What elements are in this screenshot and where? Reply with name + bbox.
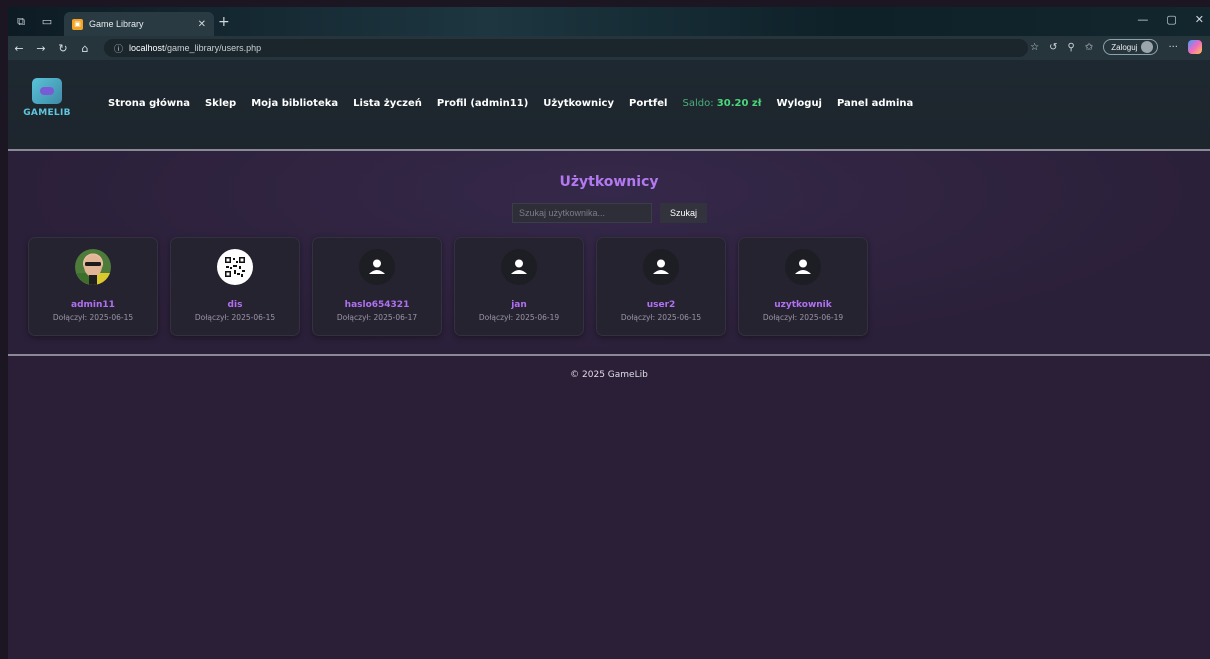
username[interactable]: uzytkownik — [774, 300, 832, 310]
username[interactable]: haslo654321 — [345, 300, 410, 310]
url-field[interactable]: ⓘ localhost/game_library/users.php — [104, 39, 1028, 57]
site-info-icon[interactable]: ⓘ — [114, 42, 123, 55]
search-button[interactable]: Szukaj — [660, 203, 708, 223]
copyright-text: © 2025 GameLib — [570, 370, 648, 380]
home-icon[interactable]: ⌂ — [74, 42, 96, 55]
user-avatar-default — [501, 249, 537, 285]
gamepad-logo-icon — [32, 78, 62, 104]
minimize-icon[interactable]: — — [1137, 13, 1148, 26]
user-card[interactable]: uzytkownik Dołączył: 2025-06-19 — [738, 237, 868, 336]
user-avatar-default — [359, 249, 395, 285]
profile-button[interactable]: Zaloguj — [1103, 39, 1159, 55]
profile-label: Zaloguj — [1111, 42, 1138, 52]
join-date: Dołączył: 2025-06-19 — [762, 313, 844, 322]
username[interactable]: admin11 — [71, 300, 115, 310]
users-section: Użytkownicy Szukaj admin11 Dołączył: 202… — [8, 151, 1210, 354]
user-search-input[interactable] — [512, 203, 652, 223]
url-path: /game_library/users.php — [164, 43, 262, 53]
favicon-icon: ▣ — [72, 18, 83, 30]
user-card[interactable]: dis Dołączył: 2025-06-15 — [170, 237, 300, 336]
page-title: Użytkownicy — [559, 174, 659, 190]
tab-actions-icon[interactable]: ▭ — [34, 7, 60, 36]
tab-close-icon[interactable]: ✕ — [198, 19, 206, 30]
logo-text: GAMELIB — [23, 108, 71, 118]
forward-icon[interactable]: → — [30, 42, 52, 55]
refresh-extension-icon[interactable]: ↺ — [1049, 42, 1057, 53]
wallet-balance: Saldo: 30.20 zł — [683, 98, 762, 109]
browser-toolbar: ☆ ↺ ⚲ ✩ Zaloguj ··· — [1030, 39, 1202, 55]
avatar-photo-icon — [75, 255, 111, 285]
address-bar-row: ← → ↻ ⌂ ⓘ localhost/game_library/users.p… — [8, 36, 1210, 60]
user-card[interactable]: haslo654321 Dołączył: 2025-06-17 — [312, 237, 442, 336]
user-card-list: admin11 Dołączył: 2025-06-15 dis Dołączy… — [28, 237, 868, 336]
saldo-label: Saldo: — [682, 98, 714, 109]
site-header: GAMELIB Strona główna Sklep Moja bibliot… — [8, 60, 1210, 149]
user-card[interactable]: user2 Dołączył: 2025-06-15 — [596, 237, 726, 336]
close-window-icon[interactable]: ✕ — [1195, 13, 1204, 26]
user-silhouette-icon — [511, 259, 527, 274]
copilot-icon[interactable] — [1188, 40, 1202, 54]
url-host: localhost — [129, 43, 165, 53]
user-avatar-default — [785, 249, 821, 285]
extensions-icon[interactable]: ⚲ — [1067, 42, 1074, 53]
nav-wallet[interactable]: Portfel — [629, 98, 667, 109]
join-date: Dołączył: 2025-06-15 — [620, 313, 702, 322]
user-avatar-default — [643, 249, 679, 285]
window-controls: — ▢ ✕ — [1137, 13, 1204, 26]
user-card[interactable]: jan Dołączył: 2025-06-19 — [454, 237, 584, 336]
main-nav: Strona główna Sklep Moja biblioteka List… — [108, 98, 913, 109]
nav-wishlist[interactable]: Lista życzeń — [353, 98, 422, 109]
maximize-icon[interactable]: ▢ — [1166, 13, 1176, 26]
favorite-star-icon[interactable]: ☆ — [1030, 42, 1039, 53]
site-logo[interactable]: GAMELIB — [22, 78, 72, 118]
user-silhouette-icon — [369, 259, 385, 274]
nav-library[interactable]: Moja biblioteka — [251, 98, 338, 109]
user-silhouette-icon — [795, 259, 811, 274]
new-tab-icon[interactable]: + — [218, 14, 230, 30]
username[interactable]: dis — [228, 300, 243, 310]
profile-avatar-icon — [1141, 41, 1154, 53]
join-date: Dołączył: 2025-06-17 — [336, 313, 418, 322]
back-icon[interactable]: ← — [8, 42, 30, 55]
nav-admin-panel[interactable]: Panel admina — [837, 98, 913, 109]
username[interactable]: user2 — [647, 300, 676, 310]
more-menu-icon[interactable]: ··· — [1168, 42, 1178, 53]
tab-title: Game Library — [89, 19, 144, 29]
favorites-icon[interactable]: ✩ — [1085, 42, 1093, 53]
nav-home[interactable]: Strona główna — [108, 98, 190, 109]
user-search-form: Szukaj — [512, 203, 708, 223]
user-card[interactable]: admin11 Dołączył: 2025-06-15 — [28, 237, 158, 336]
nav-shop[interactable]: Sklep — [205, 98, 236, 109]
qr-code-icon — [225, 257, 245, 277]
workspaces-icon[interactable]: ⧉ — [8, 7, 34, 36]
site-footer: © 2025 GameLib — [8, 356, 1210, 659]
nav-logout[interactable]: Wyloguj — [776, 98, 822, 109]
user-avatar-qr — [217, 249, 253, 285]
user-avatar-photo — [75, 249, 111, 285]
tab-game-library[interactable]: ▣ Game Library ✕ — [64, 12, 214, 36]
saldo-value: 30.20 zł — [716, 98, 762, 109]
join-date: Dołączył: 2025-06-19 — [478, 313, 560, 322]
nav-profile[interactable]: Profil (admin11) — [437, 98, 528, 109]
join-date: Dołączył: 2025-06-15 — [52, 313, 134, 322]
browser-window: ⧉ ▭ ▣ Game Library ✕ + — ▢ ✕ ← → ↻ ⌂ ⓘ l… — [8, 7, 1210, 659]
tab-strip: ⧉ ▭ ▣ Game Library ✕ + — ▢ ✕ — [8, 7, 1210, 36]
user-silhouette-icon — [653, 259, 669, 274]
nav-users[interactable]: Użytkownicy — [543, 98, 614, 109]
username[interactable]: jan — [511, 300, 527, 310]
reload-icon[interactable]: ↻ — [52, 42, 74, 55]
join-date: Dołączył: 2025-06-15 — [194, 313, 276, 322]
